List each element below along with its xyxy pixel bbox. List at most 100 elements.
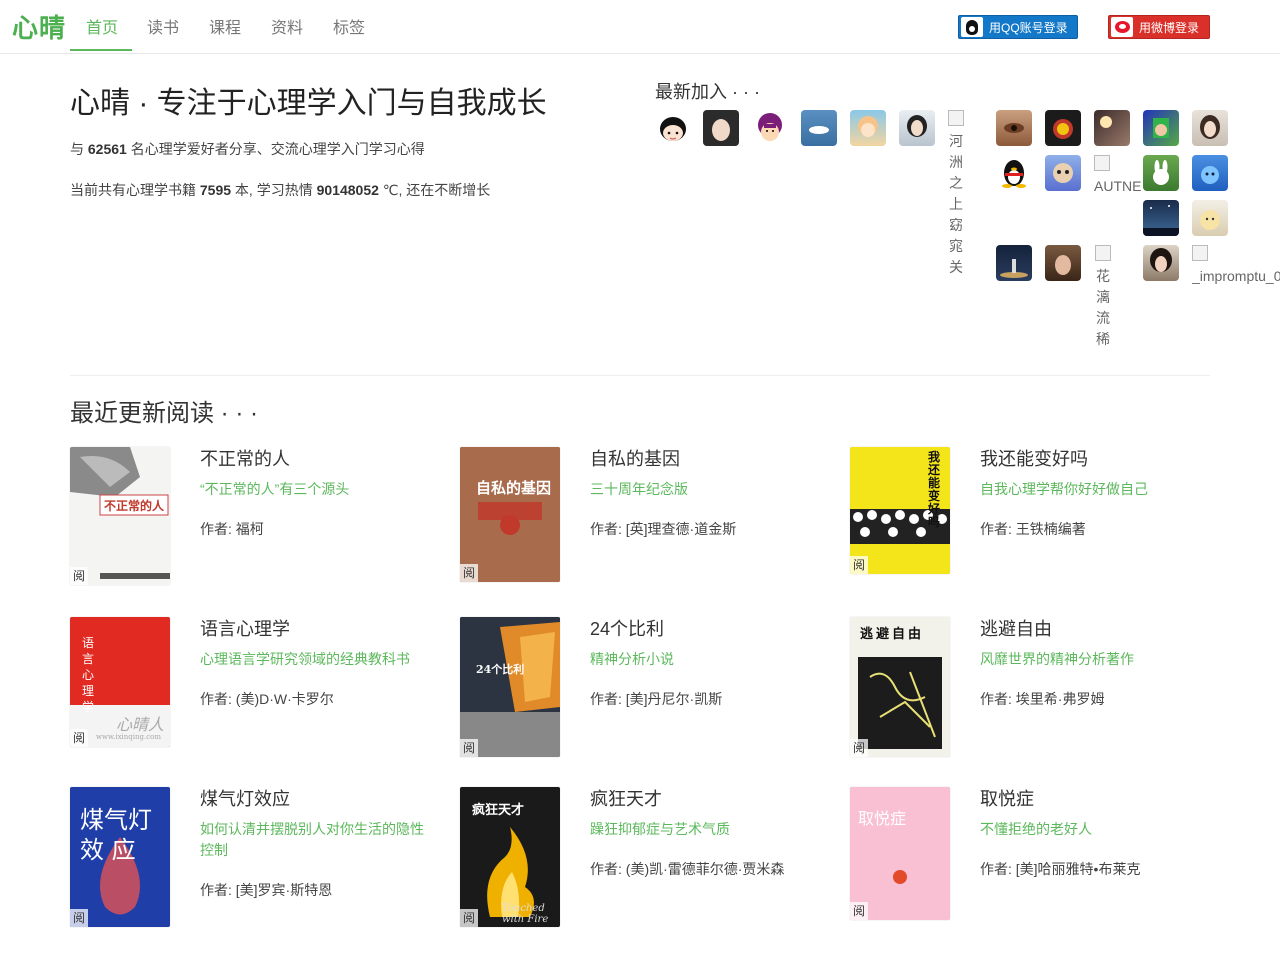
book-author: 作者: 王铁楠编著 xyxy=(980,521,1086,537)
book-cover[interactable]: 煤气灯 效 应 阅 xyxy=(70,787,170,927)
book-author: 作者: [美]哈丽雅特•布莱克 xyxy=(980,861,1141,877)
book-cover[interactable]: 24个比利 阅 xyxy=(460,617,560,757)
book-card[interactable]: 疯狂天才 Touched with Fire 阅 疯狂天才 躁狂抑郁症与艺术气质… xyxy=(460,787,840,927)
member-avatar[interactable] xyxy=(1192,155,1228,191)
member-avatar[interactable] xyxy=(1143,110,1179,146)
cover-english-title: Touched with Fire xyxy=(502,903,549,925)
qq-login-label: 用QQ账号登录 xyxy=(989,20,1068,35)
cover-title: 不正常的人 xyxy=(104,499,165,513)
cover-title-line1: 煤气灯 xyxy=(80,806,152,834)
book-card[interactable]: 煤气灯 效 应 阅 煤气灯效应 如何认清并摆脱别人对你生活的隐性控制 作者: [… xyxy=(70,787,450,927)
book-count: 7595 xyxy=(199,182,232,198)
member-avatar-qq-default[interactable] xyxy=(996,155,1032,191)
nav-item-resources[interactable]: 资料 xyxy=(271,14,303,38)
broken-image-icon xyxy=(1094,155,1110,171)
book-cover[interactable]: 取悦症 阅 xyxy=(850,787,950,920)
book-cover[interactable]: 自私的基因 阅 xyxy=(460,447,560,582)
member-avatar[interactable] xyxy=(1045,110,1081,146)
section-divider xyxy=(70,375,1210,376)
broken-image-icon xyxy=(1192,245,1208,261)
book-title[interactable]: 我还能变好吗 xyxy=(980,445,1088,471)
active-nav-indicator xyxy=(70,49,132,51)
member-avatar[interactable] xyxy=(655,110,691,146)
nav-item-courses[interactable]: 课程 xyxy=(209,14,241,38)
book-author: 作者: [美]丹尼尔·凯斯 xyxy=(590,691,723,707)
member-broken-avatar[interactable]: 花漓流稀 xyxy=(1094,245,1112,350)
book-title[interactable]: 逃避自由 xyxy=(980,615,1052,641)
read-badge: 阅 xyxy=(460,909,478,927)
book-card[interactable]: 我还能变好吗 阅 我还能变好吗 自我心理学帮你好好做自己 作者: 王铁楠编著 xyxy=(850,447,1230,587)
book-title[interactable]: 取悦症 xyxy=(980,785,1034,811)
weibo-icon xyxy=(1111,17,1133,37)
read-badge: 阅 xyxy=(850,556,868,574)
member-avatar[interactable] xyxy=(899,110,935,146)
book-card[interactable]: 语言心理学 心晴人 www.ixinqing.com 阅 语言心理学 心理语言学… xyxy=(70,617,450,757)
recent-reading-title: 最近更新阅读 · · · xyxy=(70,400,258,427)
book-title[interactable]: 语言心理学 xyxy=(200,615,290,641)
cover-watermark: 心晴人 xyxy=(116,715,165,734)
weibo-login-label: 用微博登录 xyxy=(1139,20,1200,35)
book-cover[interactable]: 逃避自由 阅 xyxy=(850,617,950,757)
member-broken-avatar[interactable]: 河洲之上窈窕关 xyxy=(947,110,965,278)
book-author: 作者: [英]理查德·道金斯 xyxy=(590,521,737,537)
member-avatar[interactable] xyxy=(1192,200,1228,236)
member-avatar[interactable] xyxy=(850,110,886,146)
member-avatar[interactable] xyxy=(703,110,739,146)
book-author: 作者: (美)D·W·卡罗尔 xyxy=(200,691,334,707)
member-avatar[interactable] xyxy=(1094,110,1130,146)
nav-item-tags[interactable]: 标签 xyxy=(333,14,365,38)
member-broken-avatar[interactable]: _impromptu_0 xyxy=(1192,245,1280,287)
book-card[interactable]: 取悦症 阅 取悦症 不懂拒绝的老好人 作者: [美]哈丽雅特•布莱克 xyxy=(850,787,1230,927)
member-avatar[interactable] xyxy=(996,110,1032,146)
member-avatar[interactable] xyxy=(801,110,837,146)
cover-title: 自私的基因 xyxy=(476,479,552,497)
member-avatar[interactable] xyxy=(1143,155,1179,191)
member-avatar[interactable] xyxy=(752,110,788,146)
book-cover[interactable]: 语言心理学 心晴人 www.ixinqing.com 阅 xyxy=(70,617,170,747)
member-avatar[interactable] xyxy=(996,245,1032,281)
hero-title: 心晴 · 专注于心理学入门与自我成长 xyxy=(70,87,547,120)
member-count-suffix: 名心理学爱好者分享、交流心理学入门学习心得 xyxy=(126,141,425,157)
heat-count: 90148052 xyxy=(316,182,379,198)
book-subtitle: “不正常的人”有三个源头 xyxy=(200,481,350,497)
member-avatar[interactable] xyxy=(1143,200,1179,236)
site-logo[interactable]: 心晴 xyxy=(12,8,66,45)
cover-title: 24个比利 xyxy=(476,663,525,676)
book-title[interactable]: 煤气灯效应 xyxy=(200,785,290,811)
weibo-login-button[interactable]: 用微博登录 xyxy=(1108,15,1210,39)
book-card[interactable]: 逃避自由 阅 逃避自由 风靡世界的精神分析著作 作者: 埃里希·弗罗姆 xyxy=(850,617,1230,757)
book-card[interactable]: 不正常的人 阅 不正常的人 “不正常的人”有三个源头 作者: 福柯 xyxy=(70,447,450,587)
book-title[interactable]: 疯狂天才 xyxy=(590,785,662,811)
read-badge: 阅 xyxy=(70,729,88,747)
book-title[interactable]: 自私的基因 xyxy=(590,445,680,471)
book-cover[interactable]: 不正常的人 阅 xyxy=(70,447,170,585)
book-subtitle: 三十周年纪念版 xyxy=(590,481,688,497)
cover-title: 逃避自由 xyxy=(860,627,925,642)
member-alt-name: _impromptu_0 xyxy=(1192,268,1280,284)
read-badge: 阅 xyxy=(460,564,478,582)
member-avatar[interactable] xyxy=(1143,245,1179,281)
nav-item-home[interactable]: 首页 xyxy=(86,14,118,38)
read-badge: 阅 xyxy=(70,909,88,927)
member-count-prefix: 与 xyxy=(70,141,88,157)
broken-image-icon xyxy=(948,110,964,126)
nav-item-books[interactable]: 读书 xyxy=(147,14,179,38)
read-badge: 阅 xyxy=(460,739,478,757)
cover-title: 取悦症 xyxy=(858,809,907,828)
book-author: 作者: (美)凯·雷德菲尔德·贾米森 xyxy=(590,861,785,877)
book-cover[interactable]: 疯狂天才 Touched with Fire 阅 xyxy=(460,787,560,927)
book-title[interactable]: 不正常的人 xyxy=(200,445,290,471)
new-members-title: 最新加入 · · · xyxy=(655,82,760,102)
member-avatar[interactable] xyxy=(1192,110,1228,146)
book-cover[interactable]: 我还能变好吗 阅 xyxy=(850,447,950,574)
member-avatar[interactable] xyxy=(1045,245,1081,281)
book-card[interactable]: 自私的基因 阅 自私的基因 三十周年纪念版 作者: [英]理查德·道金斯 xyxy=(460,447,840,587)
heat-suffix: ℃, 还在不断增长 xyxy=(378,182,491,198)
book-author: 作者: 福柯 xyxy=(200,521,264,537)
read-badge: 阅 xyxy=(850,739,868,757)
member-alt-name: 河洲之上窈窕关 xyxy=(949,133,963,275)
book-card[interactable]: 24个比利 阅 24个比利 精神分析小说 作者: [美]丹尼尔·凯斯 xyxy=(460,617,840,757)
qq-login-button[interactable]: 用QQ账号登录 xyxy=(958,15,1078,39)
book-title[interactable]: 24个比利 xyxy=(590,615,664,641)
member-avatar[interactable] xyxy=(1045,155,1081,191)
